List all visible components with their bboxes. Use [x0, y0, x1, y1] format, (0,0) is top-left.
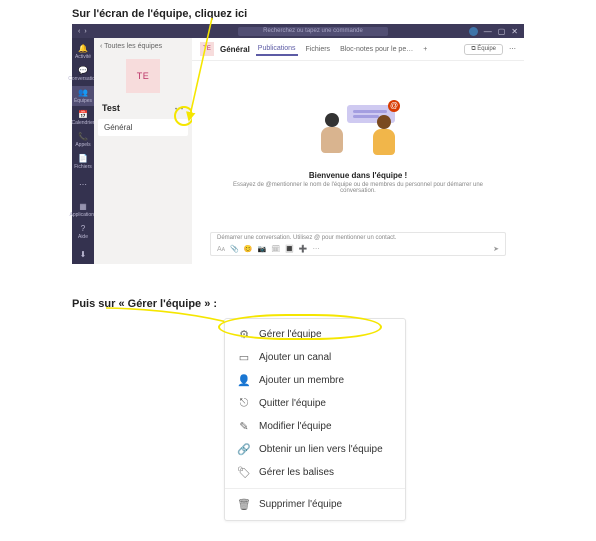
files-icon: 📄 — [79, 154, 88, 163]
menu-add-member[interactable]: 👤 Ajouter un membre — [225, 369, 405, 392]
stream-icon[interactable]: 🔳 — [285, 245, 294, 253]
calendar-icon: 📅 — [79, 110, 88, 119]
welcome-block: @ Bienvenue dans l'équipe ! Essayez de @… — [192, 60, 524, 232]
welcome-title: Bienvenue dans l'équipe ! — [309, 171, 407, 180]
tab-notebook[interactable]: Bloc-notes pour le pe… — [338, 44, 415, 55]
menu-label: Supprimer l'équipe — [259, 499, 342, 510]
channel-icon: ▭ — [237, 351, 251, 364]
rail-calendar[interactable]: 📅 Calendrier — [72, 108, 94, 128]
gear-icon: ⚙ — [237, 328, 251, 341]
team-tile[interactable]: TE — [126, 59, 160, 93]
rail-files[interactable]: 📄 Fichiers — [72, 152, 94, 172]
help-icon: ? — [79, 224, 88, 233]
search-input[interactable]: Recherchez ou tapez une commande — [238, 27, 388, 36]
header-more-icon[interactable]: ⋯ — [509, 45, 516, 53]
window-titlebar: ‹ › Recherchez ou tapez une commande — ▢… — [72, 24, 524, 38]
channel-general[interactable]: Général — [98, 119, 188, 136]
person-left-icon — [317, 113, 347, 155]
apps-icon: ▦ — [79, 202, 88, 211]
trash-icon: 🗑 — [237, 498, 251, 511]
chat-icon: 💬 — [79, 66, 88, 75]
team-more-button[interactable]: ⋯ — [172, 101, 186, 115]
tag-icon: 🏷 — [237, 466, 251, 479]
composer-input[interactable]: Démarrer une conversation. Utilisez @ po… — [211, 233, 505, 245]
teams-icon: 👥 — [79, 88, 88, 97]
person-right-icon — [369, 115, 399, 157]
menu-label: Gérer les balises — [259, 467, 334, 478]
menu-manage-tags[interactable]: 🏷 Gérer les balises — [225, 461, 405, 484]
app-rail: 🔔 Activité 💬 Conversation 👥 Équipes 📅 Ca… — [72, 38, 94, 264]
menu-edit-team[interactable]: ✎ Modifier l'équipe — [225, 415, 405, 438]
calls-icon: 📞 — [79, 132, 88, 141]
rail-activity[interactable]: 🔔 Activité — [72, 42, 94, 62]
plus-icon[interactable]: ➕ — [299, 245, 308, 253]
nav-fwd-icon[interactable]: › — [84, 28, 86, 35]
menu-separator — [225, 488, 405, 489]
channel-header: TE Général Publications Fichiers Bloc-no… — [192, 38, 524, 61]
avatar[interactable] — [469, 27, 478, 36]
download-icon: ⬇ — [79, 250, 88, 259]
attach-icon[interactable]: 📎 — [230, 245, 239, 253]
at-badge-icon: @ — [388, 100, 400, 112]
leave-icon: ⎋ — [237, 397, 251, 410]
composer-more-icon[interactable]: ⋯ — [313, 245, 320, 253]
pencil-icon: ✎ — [237, 420, 251, 433]
window-min-icon[interactable]: — — [484, 27, 492, 36]
window-max-icon[interactable]: ▢ — [498, 27, 506, 36]
menu-label: Ajouter un canal — [259, 352, 331, 363]
rail-calls[interactable]: 📞 Appels — [72, 130, 94, 150]
format-icon[interactable]: Aᴀ — [217, 246, 225, 253]
message-composer[interactable]: Démarrer une conversation. Utilisez @ po… — [210, 232, 506, 256]
bell-icon: 🔔 — [79, 44, 88, 53]
menu-delete-team[interactable]: 🗑 Supprimer l'équipe — [225, 493, 405, 516]
menu-label: Gérer l'équipe — [259, 329, 322, 340]
menu-label: Obtenir un lien vers l'équipe — [259, 444, 383, 455]
team-name: Test — [102, 103, 120, 113]
all-teams-back[interactable]: ‹ Toutes les équipes — [94, 38, 192, 55]
channel-name: Général — [220, 45, 250, 54]
tab-files[interactable]: Fichiers — [304, 44, 333, 55]
channel-tile: TE — [200, 42, 214, 56]
menu-label: Quitter l'équipe — [259, 398, 326, 409]
menu-label: Ajouter un membre — [259, 375, 344, 386]
tab-posts[interactable]: Publications — [256, 43, 298, 56]
rail-teams[interactable]: 👥 Équipes — [72, 86, 94, 106]
channel-panel: TE Général Publications Fichiers Bloc-no… — [192, 38, 524, 264]
team-list-panel: ‹ Toutes les équipes TE Test ⋯ Général — [94, 38, 193, 264]
welcome-subtitle: Essayez de @mentionner le nom de l'équip… — [228, 182, 488, 194]
send-icon[interactable]: ➤ — [493, 245, 499, 253]
window-close-icon[interactable]: ✕ — [511, 27, 518, 36]
menu-label: Modifier l'équipe — [259, 421, 332, 432]
rail-chat[interactable]: 💬 Conversation — [72, 64, 94, 84]
tab-add[interactable]: + — [421, 44, 429, 55]
instruction-2: Puis sur « Gérer l'équipe » : — [72, 298, 524, 310]
instruction-1: Sur l'écran de l'équipe, cliquez ici — [72, 8, 524, 20]
welcome-illustration: @ — [313, 99, 403, 163]
rail-apps[interactable]: ▦ Applications — [72, 200, 94, 220]
menu-manage-team[interactable]: ⚙ Gérer l'équipe — [225, 323, 405, 346]
nav-back-icon[interactable]: ‹ — [78, 28, 80, 35]
teams-screenshot: ‹ › Recherchez ou tapez une commande — ▢… — [72, 24, 524, 264]
team-context-menu: ⚙ Gérer l'équipe ▭ Ajouter un canal 👤 Aj… — [224, 318, 406, 521]
add-user-icon: 👤 — [237, 374, 251, 387]
link-icon: 🔗 — [237, 443, 251, 456]
menu-add-channel[interactable]: ▭ Ajouter un canal — [225, 346, 405, 369]
emoji-icon[interactable]: 😊 — [244, 245, 253, 253]
team-pill-button[interactable]: ⧉ Équipe — [464, 44, 503, 55]
rail-help[interactable]: ? Aide — [72, 222, 94, 242]
ellipsis-icon: ⋯ — [79, 180, 88, 189]
rail-more[interactable]: ⋯ — [72, 174, 94, 194]
menu-leave-team[interactable]: ⎋ Quitter l'équipe — [225, 392, 405, 415]
schedule-icon[interactable]: 🗓 — [271, 245, 280, 253]
rail-download[interactable]: ⬇ — [72, 244, 94, 264]
gif-icon[interactable]: 📷 — [258, 245, 267, 253]
menu-get-link[interactable]: 🔗 Obtenir un lien vers l'équipe — [225, 438, 405, 461]
